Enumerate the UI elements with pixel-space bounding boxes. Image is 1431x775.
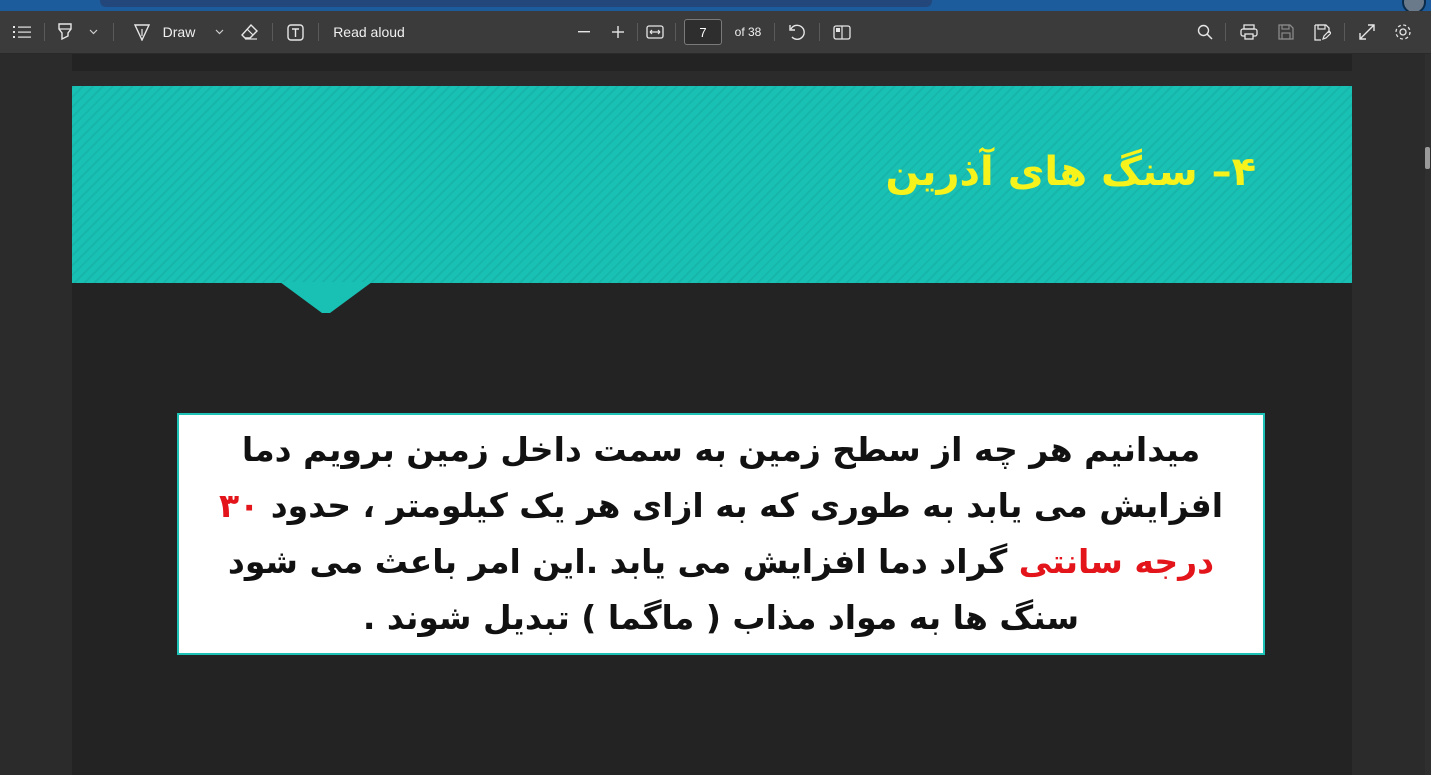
toolbar-divider [272, 23, 273, 41]
toolbar-divider [44, 23, 45, 41]
zoom-out-icon[interactable] [574, 11, 594, 53]
contents-icon[interactable] [10, 11, 34, 53]
body-text-before: میدانیم هر چه از سطح زمین به سمت داخل زم… [241, 430, 1224, 525]
fullscreen-icon[interactable] [1356, 11, 1378, 53]
fit-to-width-icon[interactable] [644, 11, 666, 53]
read-aloud-button[interactable]: Read aloud [332, 11, 406, 53]
search-icon[interactable] [1194, 11, 1216, 53]
zoom-in-icon[interactable] [608, 11, 628, 53]
toolbar-divider [113, 23, 114, 41]
draw-pen-icon[interactable] [132, 11, 152, 53]
pdf-toolbar: Draw Read aloud of 38 [0, 11, 1431, 54]
page-number-input[interactable] [684, 19, 722, 45]
toolbar-divider [1225, 23, 1226, 41]
slide-title: ۴– سنگ های آذرین [885, 149, 1256, 195]
toolbar-divider [819, 23, 820, 41]
previous-page-edge [72, 54, 1352, 71]
browser-title-bar [0, 0, 1431, 14]
banner-pointer [280, 282, 372, 313]
highlighter-options-chevron-icon[interactable] [86, 11, 100, 53]
toolbar-divider [637, 23, 638, 41]
eraser-icon[interactable] [240, 11, 260, 53]
pdf-page-7: ۴– سنگ های آذرین میدانیم هر چه از سطح زم… [72, 86, 1352, 775]
page-view-icon[interactable] [831, 11, 853, 53]
draw-button[interactable]: Draw [160, 11, 198, 53]
text-box-icon[interactable] [284, 11, 306, 53]
rotate-icon[interactable] [786, 11, 808, 53]
print-icon[interactable] [1238, 11, 1260, 53]
body-paragraph: میدانیم هر چه از سطح زمین به سمت داخل زم… [207, 422, 1235, 646]
content-box: میدانیم هر چه از سطح زمین به سمت داخل زم… [177, 413, 1265, 655]
toolbar-divider [318, 23, 319, 41]
toolbar-divider [1344, 23, 1345, 41]
save-icon[interactable] [1275, 11, 1297, 53]
draw-options-chevron-icon[interactable] [212, 11, 226, 53]
save-as-icon[interactable] [1311, 11, 1333, 53]
scrollbar-thumb[interactable] [1425, 147, 1430, 169]
address-bar[interactable] [100, 0, 932, 7]
settings-gear-icon[interactable] [1392, 11, 1414, 53]
toolbar-divider [774, 23, 775, 41]
highlighter-icon[interactable] [54, 11, 76, 53]
page-count-label: of 38 [734, 25, 762, 39]
vertical-scrollbar[interactable] [1425, 54, 1431, 775]
toolbar-divider [675, 23, 676, 41]
body-text-after: گراد دما افزایش می یابد .این امر باعث می… [227, 542, 1080, 637]
